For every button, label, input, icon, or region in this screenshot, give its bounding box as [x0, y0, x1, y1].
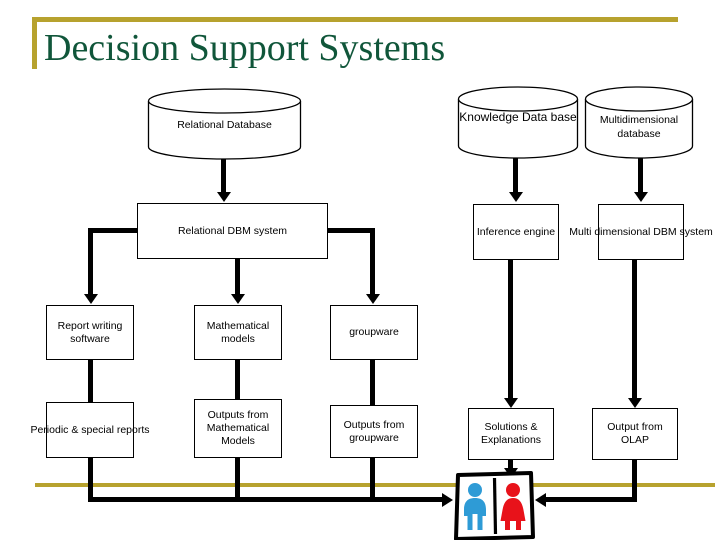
arrowhead-dbm-to-groupware	[365, 294, 380, 304]
connector-dbm-left-vertical	[88, 228, 93, 296]
node-groupware-label: groupware	[349, 326, 399, 338]
node-outputs-from-groupware[interactable]: Outputs from groupware	[330, 405, 418, 458]
node-multidimensional-database[interactable]: Multidimensional database	[584, 86, 694, 160]
node-report-writing-software[interactable]: Report writing software	[46, 305, 134, 360]
node-report-writing-software-label: Report writing software	[57, 319, 123, 345]
arrowhead-knowledge-db-to-inference	[508, 192, 523, 202]
arrowhead-multidim-db-to-dbm	[633, 192, 648, 202]
connector-multidim-dbm-to-olap	[632, 258, 637, 400]
connector-dbm-right-vertical	[370, 228, 375, 296]
connector-math-models-to-outputs	[235, 358, 240, 402]
connector-relational-db-to-dbm	[221, 158, 226, 194]
node-knowledge-database[interactable]: Knowledge Data base	[457, 86, 579, 160]
node-mathematical-models-label: Mathematical models	[206, 319, 270, 345]
arrowhead-olap-to-users	[535, 492, 546, 507]
page-title: Decision Support Systems	[44, 27, 446, 69]
arrowhead-multidim-dbm-to-olap	[627, 398, 642, 408]
node-solutions-explanations[interactable]: Solutions & Explanations	[468, 408, 554, 460]
node-inference-engine-label: Inference engine	[476, 225, 556, 238]
node-inference-engine[interactable]: Inference engine	[473, 204, 559, 260]
connector-olap-down	[632, 459, 637, 502]
connector-knowledge-db-to-inference	[513, 156, 518, 194]
node-relational-dbm-system-label: Relational DBM system	[177, 224, 288, 237]
arrowhead-relational-db-to-dbm	[216, 192, 231, 202]
node-output-from-olap-label: Output from OLAP	[607, 421, 663, 446]
node-outputs-from-mathematical-models[interactable]: Outputs from Mathematical Models	[194, 399, 282, 458]
connector-dbm-center-vertical	[235, 258, 240, 296]
node-outputs-from-mathematical-models-label: Outputs from Mathematical Models	[206, 409, 270, 447]
connector-groupware-to-outputs	[370, 358, 375, 406]
connector-dbm-right-horizontal	[325, 228, 375, 233]
connector-groupware-outputs-down	[370, 457, 375, 502]
node-relational-database-label: Relational Database	[177, 119, 272, 131]
arrowhead-inference-to-solutions	[503, 398, 518, 408]
node-knowledge-database-label: Knowledge Data base	[459, 110, 577, 124]
node-mathematical-models[interactable]: Mathematical models	[194, 305, 282, 360]
slide-canvas: Decision Support Systems Relational Data…	[0, 0, 720, 540]
node-outputs-from-groupware-label: Outputs from groupware	[343, 418, 405, 444]
node-relational-dbm-system[interactable]: Relational DBM system	[137, 203, 328, 259]
arrowhead-dbm-to-report-writing	[83, 294, 98, 304]
node-groupware[interactable]: groupware	[330, 305, 418, 360]
connector-multidim-db-to-dbm	[638, 156, 643, 194]
node-multidimensional-database-label: Multidimensional database	[599, 114, 679, 140]
node-solutions-explanations-label: Solutions & Explanations	[480, 421, 542, 446]
node-multi-dimensional-dbm-system[interactable]: Multi dimensional DBM system	[569, 204, 713, 260]
connector-math-outputs-down	[235, 457, 240, 502]
connector-inference-to-solutions	[508, 258, 513, 400]
title-accent-horizontal-rule	[32, 17, 678, 22]
connector-reports-to-users-horizontal	[88, 497, 444, 502]
connector-reports-down	[88, 457, 93, 502]
connector-dbm-left-horizontal	[88, 228, 140, 233]
users-icon	[453, 471, 535, 540]
connector-report-writing-to-reports	[88, 358, 93, 406]
node-multi-dimensional-dbm-system-label: Multi dimensional DBM system	[569, 225, 713, 238]
node-periodic-special-reports-label: Periodic & special reports	[30, 423, 150, 436]
node-periodic-special-reports[interactable]: Periodic & special reports	[30, 402, 150, 458]
node-relational-database[interactable]: Relational Database	[147, 88, 302, 160]
node-output-from-olap[interactable]: Output from OLAP	[592, 408, 678, 460]
footer-accent-rule	[35, 483, 715, 487]
title-accent-vertical-rule	[32, 17, 37, 69]
connector-olap-to-users-horizontal	[546, 497, 637, 502]
arrowhead-dbm-to-mathematical-models	[230, 294, 245, 304]
arrowhead-left-group-to-users	[442, 492, 453, 507]
